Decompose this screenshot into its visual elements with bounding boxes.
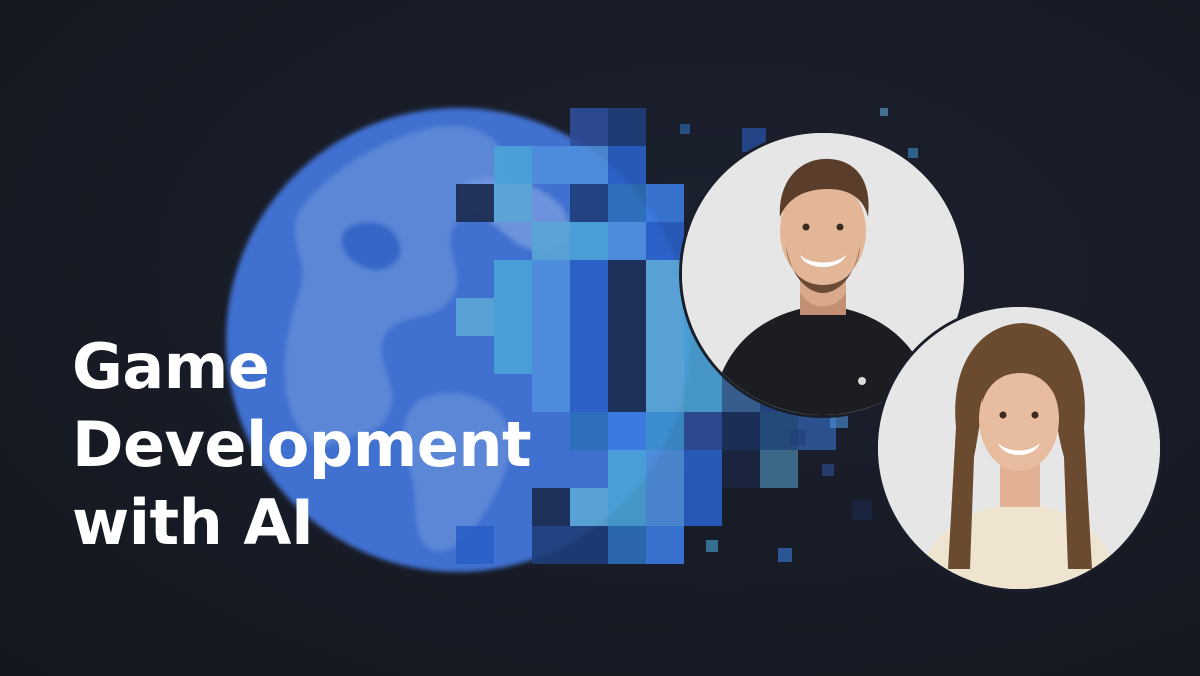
pixel-square — [646, 222, 684, 260]
pixel-square — [570, 336, 608, 374]
pixel-square — [532, 526, 570, 564]
page-title: Game Development with AI — [72, 328, 532, 562]
pixel-square — [570, 260, 608, 298]
title-line-2: Development — [72, 408, 532, 481]
pixel-square — [570, 412, 608, 450]
pixel-square — [684, 450, 722, 488]
pixel-square — [570, 374, 608, 412]
speaker-portrait-woman — [875, 304, 1163, 592]
pixel-square — [608, 526, 646, 564]
pixel-square — [608, 336, 646, 374]
pixel-square — [494, 184, 532, 222]
pixel-square — [532, 146, 570, 184]
pixel-square — [608, 412, 646, 450]
pixel-square — [494, 260, 532, 298]
pixel-square — [570, 488, 608, 526]
pixel-square — [646, 450, 684, 488]
pixel-square — [646, 412, 684, 450]
pixel-square — [646, 374, 684, 412]
pixel-square — [822, 464, 834, 476]
pixel-square — [494, 146, 532, 184]
pixel-square — [532, 222, 570, 260]
pixel-square — [608, 184, 646, 222]
pixel-square — [646, 298, 684, 336]
pixel-square — [608, 374, 646, 412]
pixel-square — [646, 184, 684, 222]
pixel-square — [880, 108, 888, 116]
pixel-square — [760, 450, 798, 488]
pixel-square — [532, 374, 570, 412]
pixel-square — [684, 488, 722, 526]
pixel-square — [532, 298, 570, 336]
pixel-square — [646, 336, 684, 374]
pixel-square — [532, 488, 570, 526]
pixel-square — [532, 336, 570, 374]
hero-banner: Game Development with AI — [0, 0, 1200, 676]
pixel-square — [778, 548, 792, 562]
pixel-square — [532, 260, 570, 298]
pixel-square — [684, 374, 722, 412]
pixel-square — [608, 450, 646, 488]
pixel-square — [570, 108, 608, 146]
pixel-square — [570, 298, 608, 336]
pixel-square — [570, 184, 608, 222]
pixel-square — [608, 108, 646, 146]
pixel-square — [722, 412, 760, 450]
pixel-square — [570, 146, 608, 184]
pixel-square — [608, 488, 646, 526]
pixel-square — [456, 184, 494, 222]
pixel-square — [908, 148, 918, 158]
pixel-square — [790, 430, 806, 446]
pixel-square — [684, 412, 722, 450]
pixel-square — [722, 450, 760, 488]
pixel-square — [646, 488, 684, 526]
title-line-3: with AI — [72, 486, 314, 559]
pixel-square — [680, 124, 690, 134]
pixel-square — [570, 222, 608, 260]
pixel-square — [608, 298, 646, 336]
pixel-square — [706, 540, 718, 552]
pixel-square — [608, 222, 646, 260]
pixel-square — [608, 146, 646, 184]
pixel-square — [608, 260, 646, 298]
title-line-1: Game — [72, 330, 270, 403]
pixel-square — [852, 500, 872, 520]
pixel-square — [570, 526, 608, 564]
pixel-square — [646, 526, 684, 564]
